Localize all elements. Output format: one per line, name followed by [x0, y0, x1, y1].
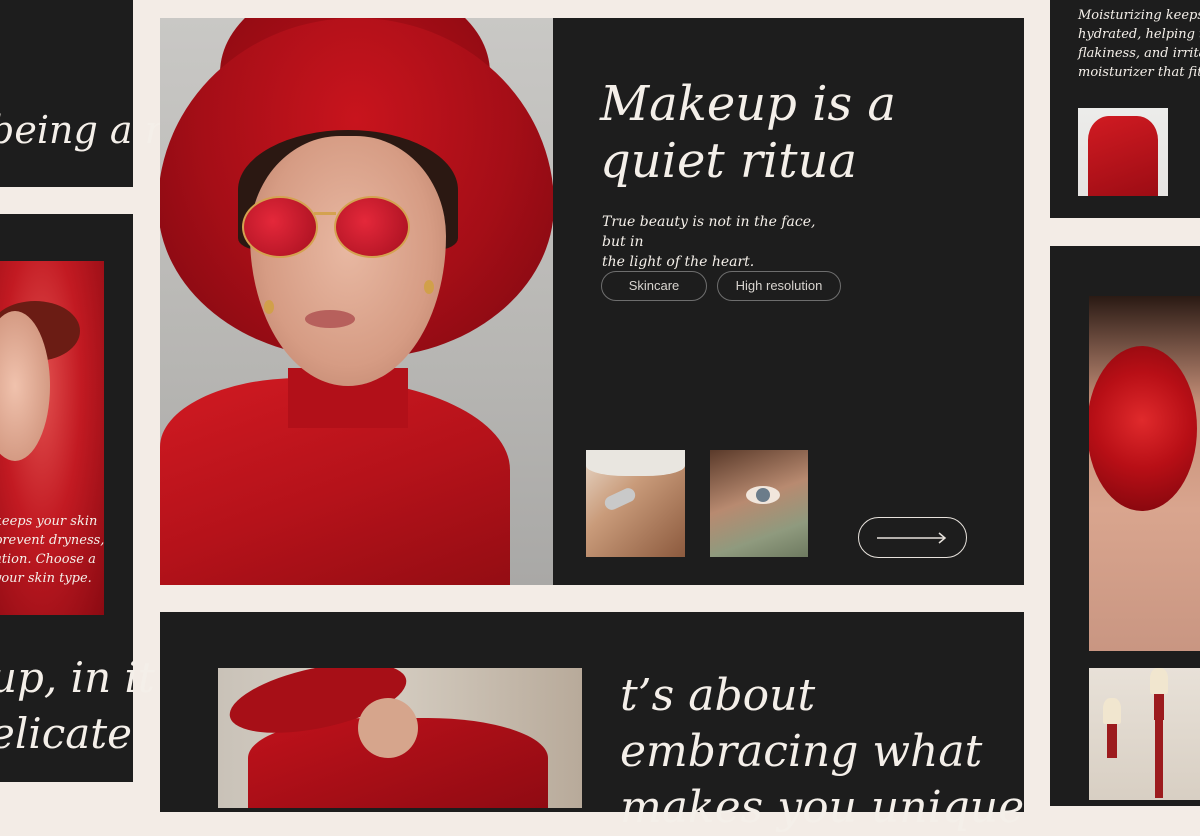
right-top-caption: Moisturizing keeps yo hydrated, helping …	[1078, 8, 1200, 80]
red-blazer-image	[1078, 108, 1168, 196]
left-mid-caption: keeps your skin prevent dryness, ation. …	[0, 514, 105, 586]
tag-high-resolution[interactable]: High resolution	[717, 271, 841, 301]
bottom-headline: t’s about embracing what makes you uniqu…	[620, 670, 1025, 833]
next-button[interactable]	[858, 517, 967, 558]
rose-portrait-image	[1089, 296, 1200, 651]
red-coat-portrait-image	[218, 668, 582, 808]
hero-quote: True beauty is not in the face, but in t…	[602, 214, 816, 270]
tag-skincare[interactable]: Skincare	[601, 271, 707, 301]
left-top-headline: being a r	[0, 108, 163, 152]
left-top-card	[0, 0, 133, 187]
hero-headline: Makeup is a quiet ritua	[600, 76, 897, 189]
face-mask-thumbnail	[710, 450, 808, 557]
chandelier-image	[1089, 668, 1200, 800]
red-hat-portrait-image	[160, 18, 553, 585]
left-mid-headline: up, in it elicate	[0, 653, 155, 758]
skincare-roller-thumbnail	[586, 450, 685, 557]
long-arrow-right-icon	[877, 532, 947, 544]
